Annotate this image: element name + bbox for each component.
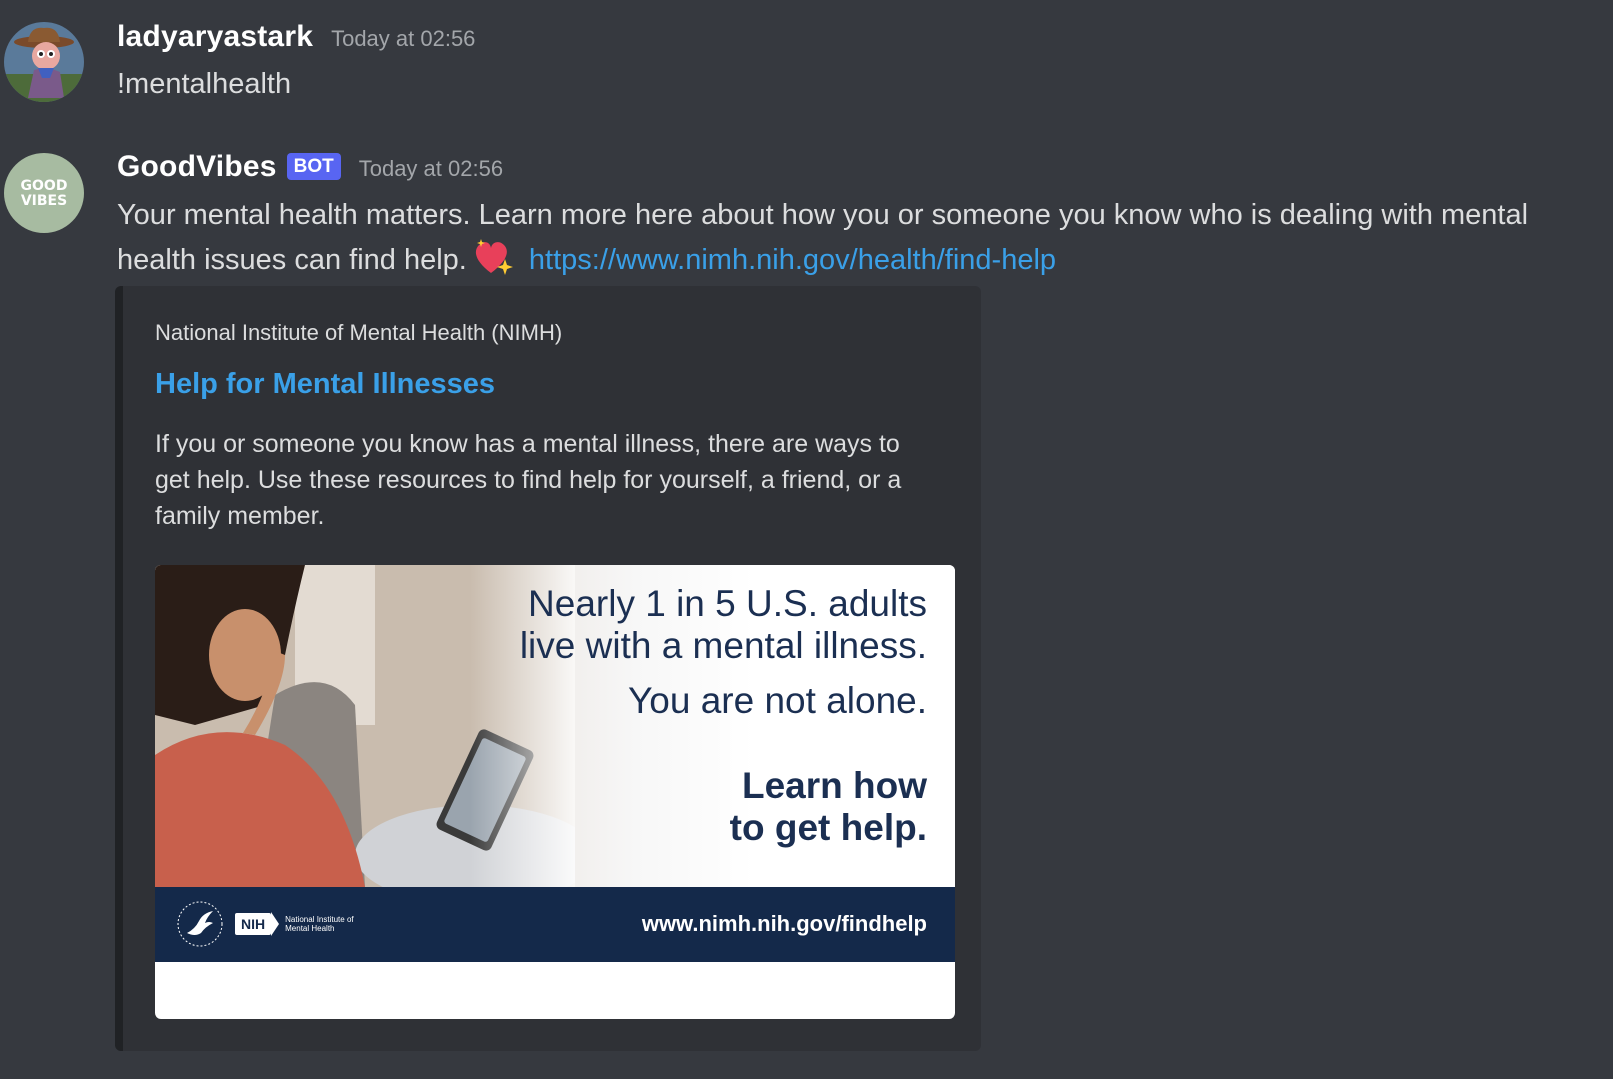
bot-tag: BOT xyxy=(286,153,341,180)
message-text: Your mental health matters. Learn more h… xyxy=(117,193,1528,282)
banner-footer-url: www.nimh.nih.gov/findhelp xyxy=(641,911,927,936)
embed-title-link[interactable]: Help for Mental Illnesses xyxy=(155,368,495,401)
embed-description: If you or someone you know has a mental … xyxy=(155,426,945,534)
nih-label: NIH xyxy=(235,913,272,935)
embed-provider: National Institute of Mental Health (NIM… xyxy=(155,320,563,345)
embed-description-line: get help. Use these resources to find he… xyxy=(155,466,902,494)
woman-with-tablet-illustration xyxy=(155,565,575,887)
banner-line-3: You are not alone. xyxy=(628,680,927,721)
nih-institute-name: National Institute of Mental Health xyxy=(285,915,354,933)
embed-image[interactable]: Nearly 1 in 5 U.S. adults live with a me… xyxy=(155,565,955,1019)
banner-photo: Nearly 1 in 5 U.S. adults live with a me… xyxy=(155,565,955,887)
username[interactable]: ladyaryastark xyxy=(117,20,313,54)
username[interactable]: GoodVibes xyxy=(117,150,277,184)
message-text: !mentalhealth xyxy=(117,68,292,100)
avatar[interactable]: GOOD VIBES xyxy=(4,153,84,233)
timestamp[interactable]: Today at 02:56 xyxy=(359,156,503,182)
banner-line-4: Learn how xyxy=(741,765,927,806)
banner-line-1: Nearly 1 in 5 U.S. adults xyxy=(528,583,927,624)
svg-text:VIBES: VIBES xyxy=(21,193,67,209)
banner-line-2: live with a mental illness. xyxy=(519,625,927,666)
goodvibes-avatar-icon: GOOD VIBES xyxy=(4,153,84,233)
banner-line-5: to get help. xyxy=(729,807,927,848)
link-embed: National Institute of Mental Health (NIM… xyxy=(115,286,981,1051)
hhs-eagle-logo-icon xyxy=(177,901,223,947)
svg-text:GOOD: GOOD xyxy=(21,178,68,194)
cowboy-avatar-icon xyxy=(4,22,84,102)
message-line-2: health issues can find help. xyxy=(117,244,467,276)
avatar[interactable] xyxy=(4,22,84,102)
timestamp[interactable]: Today at 02:56 xyxy=(331,26,475,52)
message-line-1: Your mental health matters. Learn more h… xyxy=(117,199,1529,231)
message-ladyaryastark: ladyaryastark Today at 02:56 !mentalheal… xyxy=(0,0,1613,120)
embed-description-line: If you or someone you know has a mental … xyxy=(155,430,900,458)
sparkling-heart-icon xyxy=(475,239,513,275)
banner-footer: NIH National Institute of Mental Health … xyxy=(155,887,955,962)
nih-logo: NIH National Institute of Mental Health xyxy=(235,911,355,937)
embed-description-line: family member. xyxy=(155,502,325,530)
find-help-link[interactable]: https://www.nimh.nih.gov/health/find-hel… xyxy=(529,244,1056,276)
